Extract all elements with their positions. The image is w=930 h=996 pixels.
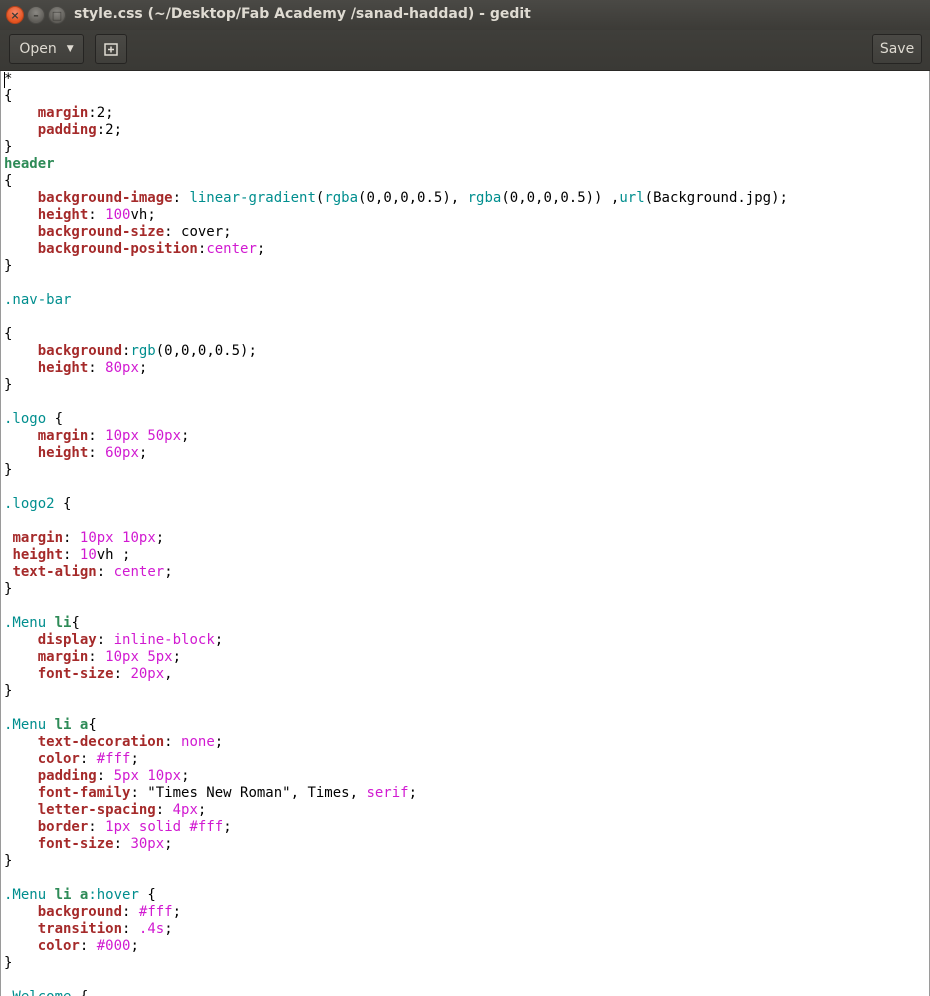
code-line: font-size: 20px, bbox=[37, 666, 173, 682]
window-title: style.css (~/Desktop/Fab Academy /sanad-… bbox=[74, 6, 531, 22]
code-line: height: 100vh; bbox=[37, 207, 156, 223]
code-line: background-size: cover; bbox=[37, 224, 232, 240]
save-button[interactable]: Save bbox=[872, 34, 922, 64]
close-icon[interactable]: × bbox=[6, 6, 24, 24]
code-line: background: #fff; bbox=[37, 904, 182, 920]
code-line: margin: 10px 50px; bbox=[37, 428, 190, 444]
code-line: color: #000; bbox=[37, 938, 139, 954]
code-line: .logo2 { bbox=[4, 496, 72, 512]
code-line: .logo { bbox=[4, 411, 64, 427]
code-line: padding:2; bbox=[37, 122, 123, 138]
code-line: .nav-bar bbox=[4, 292, 72, 308]
code-line: text-align: center; bbox=[12, 564, 173, 580]
text-editor[interactable]: * { margin:2; padding:2; } header { back… bbox=[0, 71, 930, 996]
code-line: display: inline-block; bbox=[37, 632, 224, 648]
code-line: text-decoration: none; bbox=[37, 734, 224, 750]
open-button[interactable]: Open ▼ bbox=[9, 34, 84, 64]
open-label: Open bbox=[19, 41, 57, 57]
code-line: padding: 5px 10px; bbox=[37, 768, 190, 784]
code-line: background:rgb(0,0,0,0.5); bbox=[37, 343, 257, 359]
code-line: { bbox=[4, 326, 13, 342]
code-line: .Menu li{ bbox=[4, 615, 80, 631]
code-line: .Menu li a:hover { bbox=[4, 887, 156, 903]
code-line: margin:2; bbox=[37, 105, 114, 121]
code-line: .Menu li a{ bbox=[4, 717, 97, 733]
code-line: color: #fff; bbox=[37, 751, 139, 767]
code-view[interactable]: * { margin:2; padding:2; } header { back… bbox=[1, 71, 929, 996]
code-line: header bbox=[4, 156, 55, 172]
code-line: border: 1px solid #fff; bbox=[37, 819, 232, 835]
header-bar: Open ▼ Save bbox=[0, 30, 930, 71]
text-cursor bbox=[4, 72, 5, 88]
code-line: } bbox=[4, 955, 13, 971]
code-line: font-size: 30px; bbox=[37, 836, 173, 852]
code-line: transition: .4s; bbox=[37, 921, 173, 937]
code-line: } bbox=[4, 683, 13, 699]
code-line: } bbox=[4, 853, 13, 869]
minimize-icon[interactable]: – bbox=[27, 6, 45, 24]
code-line: } bbox=[4, 258, 13, 274]
code-line: letter-spacing: 4px; bbox=[37, 802, 207, 818]
new-tab-icon bbox=[104, 43, 118, 56]
code-line: margin: 10px 10px; bbox=[12, 530, 165, 546]
code-line: * bbox=[4, 71, 13, 87]
code-line: } bbox=[4, 139, 13, 155]
code-line: { bbox=[4, 88, 13, 104]
code-line: { bbox=[4, 173, 13, 189]
code-line: background-image: linear-gradient(rgba(0… bbox=[37, 190, 788, 206]
maximize-icon[interactable]: □ bbox=[48, 6, 66, 24]
code-line: } bbox=[4, 377, 13, 393]
code-line: height: 10vh ; bbox=[12, 547, 131, 563]
chevron-down-icon: ▼ bbox=[66, 44, 74, 54]
code-line: margin: 10px 5px; bbox=[37, 649, 182, 665]
new-tab-button[interactable] bbox=[95, 34, 127, 64]
code-line: font-family: "Times New Roman", Times, s… bbox=[37, 785, 418, 801]
code-line: } bbox=[4, 581, 13, 597]
code-line: height: 80px; bbox=[37, 360, 148, 376]
code-line: .Welcome { bbox=[4, 989, 88, 996]
code-line: } bbox=[4, 462, 13, 478]
title-bar: × – □ style.css (~/Desktop/Fab Academy /… bbox=[0, 0, 930, 30]
code-line: height: 60px; bbox=[37, 445, 148, 461]
save-label: Save bbox=[879, 41, 915, 57]
code-line: background-position:center; bbox=[37, 241, 266, 257]
